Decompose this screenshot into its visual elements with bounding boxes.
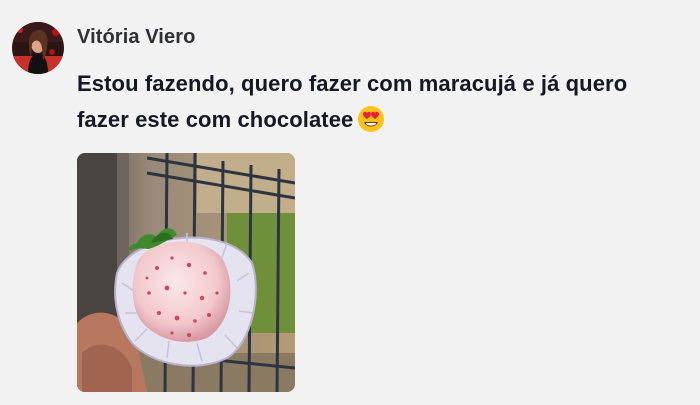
heart-eyes-emoji-icon <box>357 105 385 133</box>
strawberry-dessert-image <box>77 153 295 392</box>
author-avatar[interactable] <box>12 22 64 74</box>
comment-photo[interactable] <box>77 153 295 392</box>
comment-author-name[interactable]: Vitória Viero <box>77 26 195 49</box>
avatar-image <box>12 22 64 74</box>
comment-text: Estou fazendo, quero fazer com maracujá … <box>77 66 677 138</box>
comment-text-content: Estou fazendo, quero fazer com maracujá … <box>77 71 628 132</box>
comment-item: Vitória Viero Estou fazendo, quero fazer… <box>0 0 700 405</box>
